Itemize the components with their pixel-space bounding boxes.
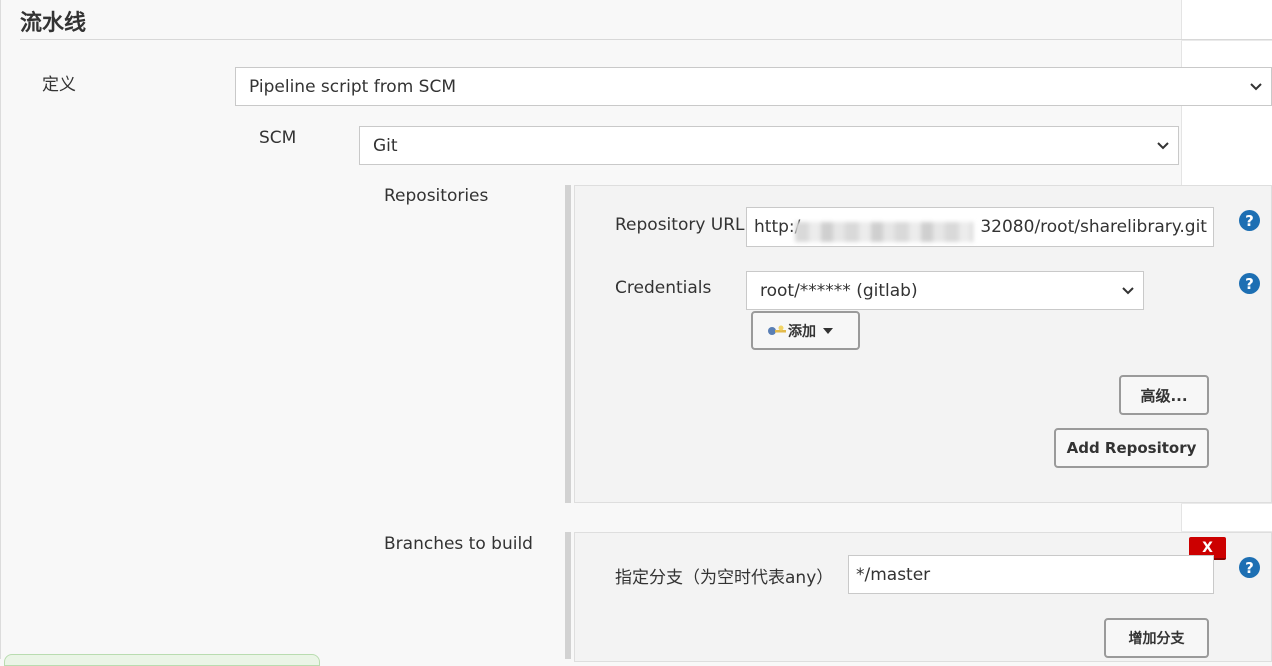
branches-label: Branches to build xyxy=(384,534,533,554)
right-panel-divider xyxy=(1181,503,1272,504)
add-credentials-label: 添加 xyxy=(788,323,816,340)
branch-specifier-label: 指定分支（为空时代表any） xyxy=(615,568,834,588)
credentials-select[interactable]: root/****** (gitlab) xyxy=(746,271,1144,310)
repositories-group-bar xyxy=(565,185,571,503)
add-branch-button[interactable]: 增加分支 xyxy=(1104,618,1209,658)
credentials-select-value: root/****** (gitlab) xyxy=(760,280,918,301)
definition-label: 定义 xyxy=(42,75,76,95)
redacted-host xyxy=(795,222,973,242)
definition-select-value: Pipeline script from SCM xyxy=(249,76,457,97)
repository-url-suffix: 32080/root/sharelibrary.git xyxy=(980,217,1207,237)
repository-url-prefix: http:/ xyxy=(754,217,801,237)
definition-select[interactable]: Pipeline script from SCM xyxy=(235,67,1272,106)
page-left-border xyxy=(0,0,1,659)
help-icon[interactable]: ? xyxy=(1239,273,1260,294)
help-icon[interactable]: ? xyxy=(1239,557,1260,578)
scm-select[interactable]: Git xyxy=(359,126,1179,165)
branch-specifier-value: */master xyxy=(856,564,931,585)
chevron-down-icon xyxy=(1157,141,1169,149)
branches-group-bar xyxy=(565,532,571,659)
advanced-button[interactable]: 高级... xyxy=(1119,375,1209,415)
add-credentials-button[interactable]: 添加 xyxy=(751,311,860,350)
key-icon xyxy=(768,325,786,335)
caret-down-icon xyxy=(823,327,833,334)
repositories-label: Repositories xyxy=(384,186,489,206)
bottom-tab xyxy=(4,654,320,666)
right-panel-divider xyxy=(1181,40,1272,41)
scm-label: SCM xyxy=(259,128,297,148)
add-repository-button[interactable]: Add Repository xyxy=(1054,428,1209,468)
chevron-down-icon xyxy=(1122,286,1134,294)
scm-select-value: Git xyxy=(373,135,398,156)
section-title: 流水线 xyxy=(20,11,87,36)
chevron-down-icon xyxy=(1250,82,1262,90)
credentials-label: Credentials xyxy=(615,278,712,298)
repository-url-label: Repository URL xyxy=(615,215,745,235)
branch-specifier-input[interactable]: */master xyxy=(848,555,1214,594)
help-icon[interactable]: ? xyxy=(1239,210,1260,231)
section-divider xyxy=(20,39,1272,40)
